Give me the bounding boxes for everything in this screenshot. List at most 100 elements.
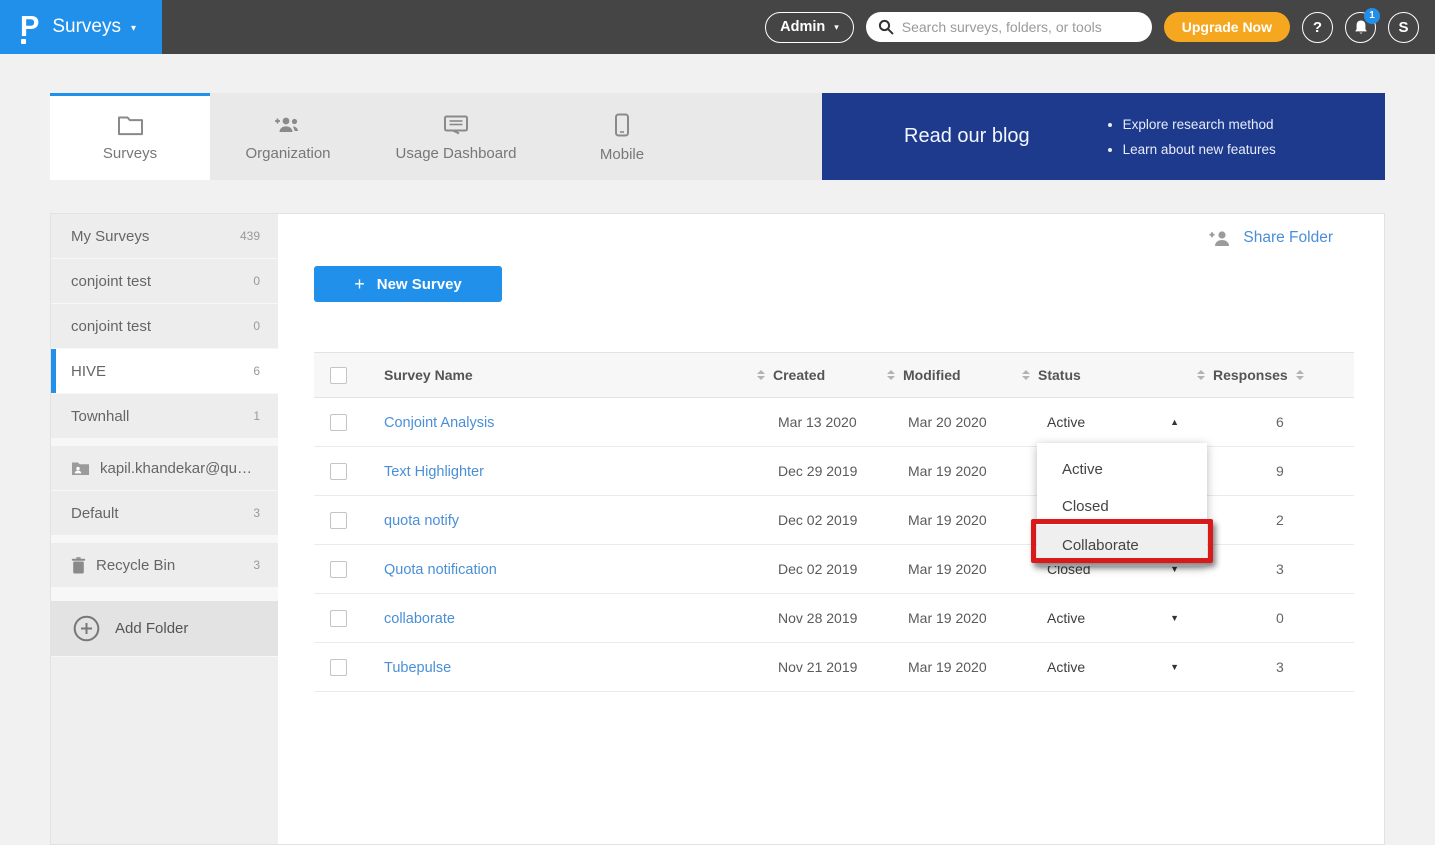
row-checkbox[interactable] <box>330 659 347 676</box>
tab-mobile[interactable]: Mobile <box>546 93 698 180</box>
search-input[interactable] <box>902 19 1140 35</box>
responses-cell: 0 <box>1191 610 1354 626</box>
sidebar-item-my-surveys[interactable]: My Surveys 439 <box>51 214 278 258</box>
sidebar-item-hive[interactable]: HIVE 6 <box>51 349 278 393</box>
status-dropdown-toggle[interactable]: Active ▼ <box>1016 610 1191 626</box>
column-header-modified[interactable]: Modified <box>881 367 1016 383</box>
survey-name-link[interactable]: quota notify <box>384 513 459 529</box>
share-folder-label: Share Folder <box>1243 229 1333 247</box>
survey-name-link[interactable]: collaborate <box>384 611 455 627</box>
survey-name-link[interactable]: Text Highlighter <box>384 464 484 480</box>
modified-cell: Mar 20 2020 <box>881 414 1016 430</box>
caret-down-icon: ▼ <box>1170 662 1179 672</box>
folder-label: Default <box>71 505 245 522</box>
tab-organization[interactable]: Organization <box>210 93 366 180</box>
column-header-created[interactable]: Created <box>751 367 881 383</box>
notification-count-badge: 1 <box>1364 8 1380 24</box>
table-row: Tubepulse Nov 21 2019 Mar 19 2020 Active… <box>314 643 1354 692</box>
sidebar-item-shared-account[interactable]: kapil.khandekar@que… <box>51 446 278 490</box>
tab-label: Surveys <box>103 145 157 162</box>
folder-count: 0 <box>253 319 260 333</box>
share-folder-button[interactable]: Share Folder <box>1208 229 1333 247</box>
search-icon <box>878 19 894 35</box>
caret-down-icon: ▼ <box>1170 613 1179 623</box>
status-dropdown-toggle[interactable]: Active ▲ <box>1016 414 1191 430</box>
tab-usage-dashboard[interactable]: Usage Dashboard <box>366 93 546 180</box>
created-cell: Dec 29 2019 <box>751 463 881 479</box>
status-dropdown-toggle[interactable]: Active ▼ <box>1016 659 1191 675</box>
column-header-status[interactable]: Status <box>1016 367 1191 383</box>
sidebar-filler <box>51 657 278 844</box>
sidebar-item-recycle-bin[interactable]: Recycle Bin 3 <box>51 543 278 587</box>
dropdown-option-collaborate[interactable]: Collaborate <box>1037 525 1207 566</box>
upgrade-now-button[interactable]: Upgrade Now <box>1164 12 1290 42</box>
sort-icon[interactable] <box>887 370 895 380</box>
product-switcher[interactable]: P Surveys ▾ <box>0 0 162 54</box>
status-value: Active <box>1047 414 1085 430</box>
new-survey-button[interactable]: + New Survey <box>314 266 502 302</box>
tab-label: Usage Dashboard <box>396 145 517 162</box>
row-checkbox[interactable] <box>330 561 347 578</box>
sort-icon[interactable] <box>1197 370 1205 380</box>
banner-bullet-list: Explore research method Learn about new … <box>1123 112 1276 162</box>
sidebar-item-default[interactable]: Default 3 <box>51 491 278 535</box>
row-checkbox[interactable] <box>330 512 347 529</box>
product-name: Surveys <box>52 16 121 38</box>
folder-count: 1 <box>253 409 260 423</box>
sort-icon[interactable] <box>1296 370 1304 380</box>
folders-sidebar: My Surveys 439 conjoint test 0 conjoint … <box>51 214 278 844</box>
chevron-down-icon: ▾ <box>131 21 136 34</box>
dropdown-option-closed[interactable]: Closed <box>1037 488 1207 525</box>
blog-banner[interactable]: Read our blog Explore research method Le… <box>822 93 1385 180</box>
sidebar-item-conjoint-test-1[interactable]: conjoint test 0 <box>51 259 278 303</box>
plus-circle-icon <box>73 615 100 642</box>
sort-icon[interactable] <box>1022 370 1030 380</box>
tab-strip-filler <box>698 93 822 180</box>
responses-cell: 3 <box>1191 561 1354 577</box>
folder-count: 439 <box>240 229 260 243</box>
sidebar-item-conjoint-test-2[interactable]: conjoint test 0 <box>51 304 278 348</box>
banner-title[interactable]: Read our blog <box>904 125 1030 148</box>
table-row: collaborate Nov 28 2019 Mar 19 2020 Acti… <box>314 594 1354 643</box>
dropdown-option-active[interactable]: Active <box>1037 451 1207 488</box>
folder-icon <box>117 114 144 136</box>
user-avatar[interactable]: S <box>1388 12 1419 43</box>
table-header-row: Survey Name Created Modified Status Resp… <box>314 352 1354 398</box>
responses-cell: 2 <box>1191 512 1354 528</box>
folder-label: conjoint test <box>71 318 245 335</box>
add-folder-button[interactable]: Add Folder <box>51 601 278 656</box>
folder-count: 0 <box>253 274 260 288</box>
row-checkbox[interactable] <box>330 463 347 480</box>
sidebar-item-townhall[interactable]: Townhall 1 <box>51 394 278 438</box>
admin-menu-button[interactable]: Admin ▾ <box>765 12 854 43</box>
notifications-button[interactable]: 1 <box>1345 12 1376 43</box>
brand-logo-icon: P <box>20 13 39 42</box>
folder-label: kapil.khandekar@que… <box>100 460 260 477</box>
survey-name-link[interactable]: Quota notification <box>384 562 497 578</box>
new-survey-label: New Survey <box>377 276 462 293</box>
survey-name-link[interactable]: Tubepulse <box>384 660 451 676</box>
add-folder-label: Add Folder <box>115 620 188 637</box>
chevron-down-icon: ▾ <box>834 22 839 33</box>
smartphone-icon <box>614 113 630 137</box>
help-button[interactable]: ? <box>1302 12 1333 43</box>
section-tabs: Surveys Organization Usage Dashboard Mob… <box>50 93 1385 180</box>
global-search[interactable] <box>866 12 1152 42</box>
select-all-checkbox[interactable] <box>330 367 347 384</box>
column-header-responses[interactable]: Responses <box>1191 367 1354 383</box>
responses-cell: 3 <box>1191 659 1354 675</box>
created-cell: Nov 28 2019 <box>751 610 881 626</box>
tab-surveys[interactable]: Surveys <box>50 93 210 180</box>
banner-bullet[interactable]: Learn about new features <box>1123 137 1276 162</box>
survey-name-link[interactable]: Conjoint Analysis <box>384 415 494 431</box>
people-add-icon <box>273 114 303 136</box>
caret-up-icon: ▲ <box>1170 417 1179 427</box>
row-checkbox[interactable] <box>330 414 347 431</box>
created-cell: Dec 02 2019 <box>751 512 881 528</box>
banner-bullet[interactable]: Explore research method <box>1123 112 1276 137</box>
row-checkbox[interactable] <box>330 610 347 627</box>
tab-label: Organization <box>245 145 330 162</box>
modified-cell: Mar 19 2020 <box>881 561 1016 577</box>
sort-icon[interactable] <box>757 370 765 380</box>
column-header-survey-name[interactable]: Survey Name <box>384 367 751 383</box>
